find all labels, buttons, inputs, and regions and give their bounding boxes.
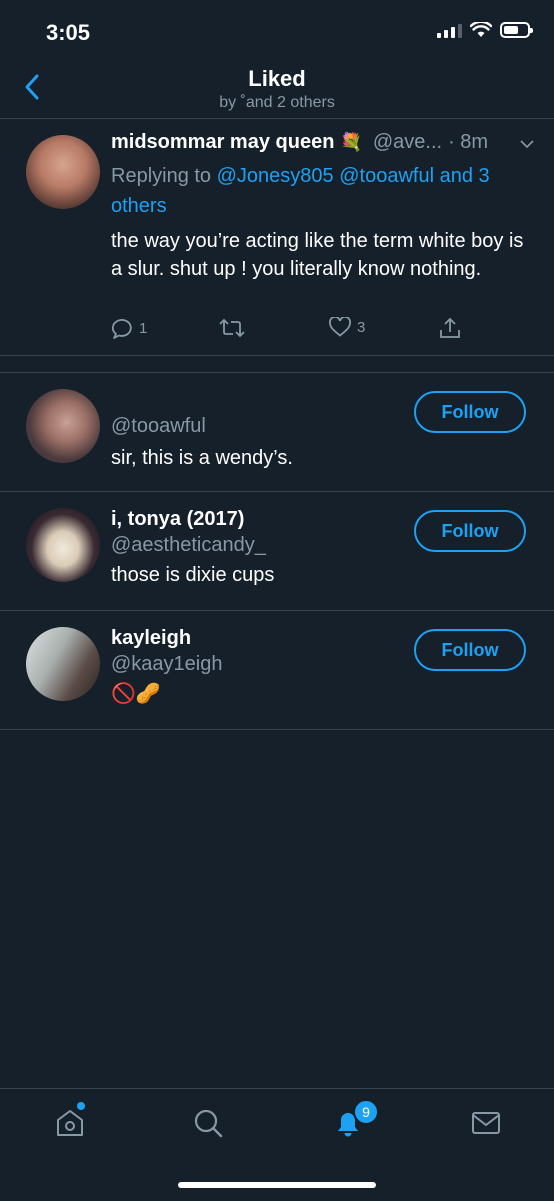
page-subtitle: by ˚and 2 others (219, 94, 335, 111)
tweet-author-name[interactable]: midsommar may queen (111, 131, 334, 154)
user-bio: those is dixie cups (111, 564, 275, 586)
follow-button[interactable]: Follow (414, 510, 526, 552)
search-icon[interactable] (192, 1107, 224, 1139)
page-title: Liked (248, 66, 306, 91)
user-handle: @kaay1eigh (111, 653, 223, 675)
cellular-signal-icon (437, 22, 462, 38)
status-time: 3:05 (46, 20, 91, 45)
follow-button[interactable]: Follow (414, 629, 526, 671)
nav-bar: Liked by ˚and 2 others (0, 62, 554, 119)
home-icon[interactable] (54, 1107, 86, 1139)
replying-to: Replying to @Jonesy805 @tooawful and 3 o… (111, 161, 531, 221)
status-icons (437, 22, 533, 38)
chevron-down-icon[interactable] (520, 137, 534, 151)
tweet-text: the way you’re acting like the term whit… (111, 230, 524, 280)
user-handle: @tooawful (111, 415, 206, 437)
notifications-badge: 9 (353, 1099, 379, 1125)
battery-icon (500, 22, 533, 38)
user-row[interactable]: @tooawful sir, this is a wendy’s. Follow (0, 373, 554, 492)
heart-icon (329, 317, 351, 337)
reply-icon (111, 319, 132, 339)
tweet-author-handle: @ave... (372, 131, 443, 153)
home-new-indicator-dot (77, 1102, 85, 1110)
user-bio: 🚫🥜 (111, 683, 161, 705)
retweet-icon (219, 318, 245, 338)
user-name[interactable]: kayleigh (111, 627, 191, 650)
user-name[interactable]: i, tonya (2017) (111, 508, 244, 531)
avatar[interactable] (26, 135, 100, 209)
follow-button[interactable]: Follow (414, 391, 526, 433)
tweet-author-emoji: 💐 (340, 132, 363, 152)
home-indicator[interactable] (178, 1182, 376, 1188)
like-button[interactable]: 3 (329, 317, 365, 337)
tweet-header: midsommar may queen 💐 @ave... · 8m (111, 131, 534, 154)
like-count: 3 (357, 318, 366, 336)
replying-prefix: Replying to (111, 165, 217, 187)
avatar[interactable] (26, 627, 100, 701)
share-icon (440, 317, 460, 338)
tweet[interactable]: midsommar may queen 💐 @ave... · 8m Reply… (0, 119, 554, 356)
messages-mail-icon[interactable] (470, 1107, 502, 1139)
user-handle: @aestheticandy_ (111, 534, 266, 556)
reply-count: 1 (139, 319, 148, 337)
retweet-button[interactable] (219, 317, 245, 339)
tweet-actions: 1 3 (111, 317, 471, 343)
reply-button[interactable]: 1 (111, 317, 147, 339)
user-row[interactable]: kayleigh @kaay1eigh 🚫🥜 Follow (0, 611, 554, 730)
reply-mention[interactable]: @tooawful (339, 165, 434, 187)
user-row[interactable]: i, tonya (2017) @aestheticandy_ those is… (0, 492, 554, 611)
avatar[interactable] (26, 508, 100, 582)
status-bar: 3:05 (0, 0, 554, 62)
user-bio: sir, this is a wendy’s. (111, 447, 293, 469)
reply-mention[interactable]: @Jonesy805 (217, 165, 334, 187)
wifi-icon (470, 22, 492, 37)
share-button[interactable] (439, 317, 461, 339)
tweet-timestamp: · 8m (448, 131, 489, 153)
avatar[interactable] (26, 389, 100, 463)
